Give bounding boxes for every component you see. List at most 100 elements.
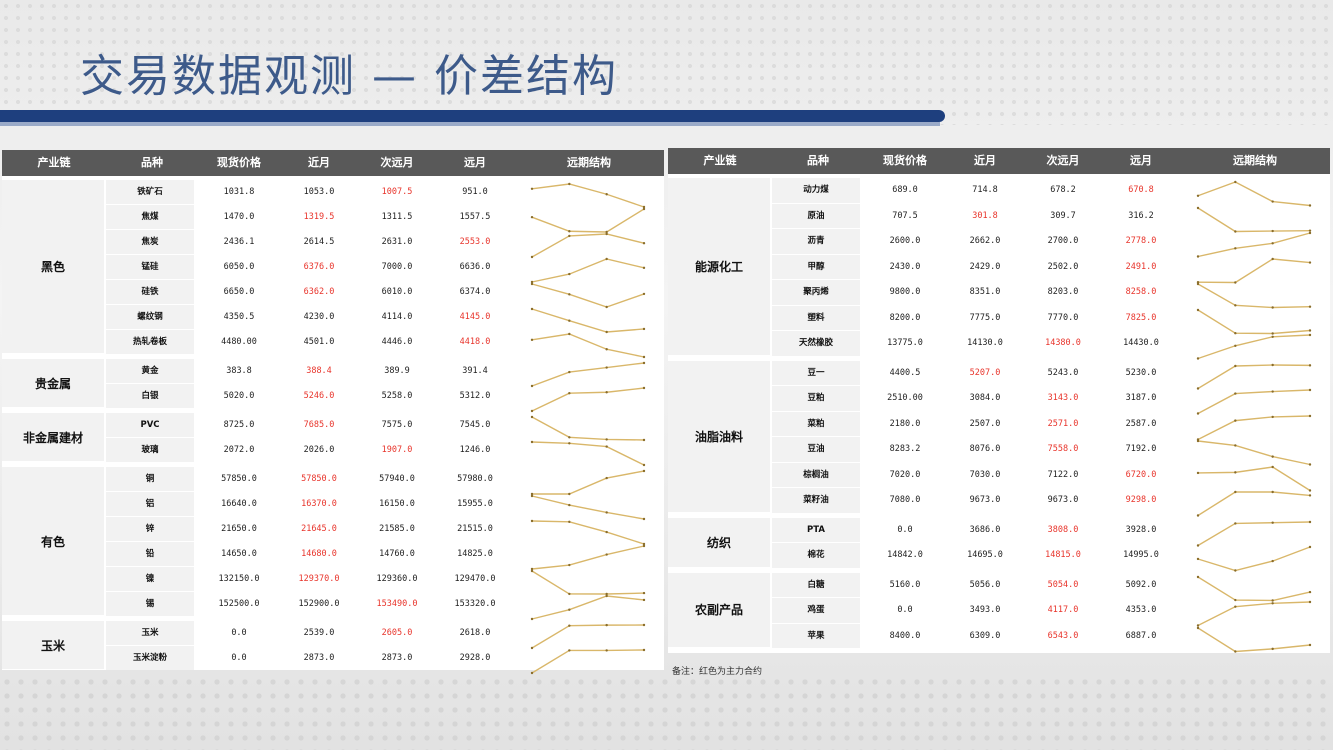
spot-price: 2072.0 — [223, 445, 255, 455]
title-accent-band-light — [0, 122, 940, 126]
near-month: 5207.0 — [969, 367, 1001, 378]
next-month: 129360.0 — [376, 574, 418, 584]
sparkline-point — [1196, 439, 1200, 443]
next-month: 389.9 — [384, 366, 410, 376]
sparkline-point — [1196, 357, 1200, 360]
sparkline-point — [1234, 180, 1237, 184]
next-month: 7558.0 — [1047, 444, 1079, 454]
sparkline-path — [531, 387, 645, 412]
sparkline-point — [1196, 282, 1200, 286]
far-month: 2587.0 — [1125, 418, 1157, 429]
sparkline-point — [1308, 494, 1312, 497]
far-month: 5312.0 — [459, 391, 491, 401]
sparkline-point — [642, 207, 646, 211]
forward-structure-sparkline — [1196, 231, 1312, 258]
product-name: 豆油 — [772, 437, 860, 462]
header-cell-3: 现货价格 — [883, 154, 927, 167]
title-accent-band — [0, 110, 945, 122]
next-month: 16150.0 — [379, 499, 415, 509]
product-name: 铁矿石 — [106, 180, 194, 204]
sparkline-point — [1271, 257, 1274, 260]
sparkline-point — [1234, 247, 1237, 250]
sparkline-point — [568, 293, 571, 296]
sparkline-path — [1197, 440, 1311, 466]
group-label: 有色 — [2, 467, 104, 615]
product-name: 天然橡胶 — [772, 331, 860, 356]
header-cell-4: 近月 — [308, 156, 330, 169]
spot-price: 2510.00 — [887, 393, 923, 403]
sparkline-point — [530, 282, 534, 286]
sparkline-point — [568, 608, 571, 611]
forward-structure-sparkline — [530, 207, 646, 234]
near-month: 3493.0 — [969, 605, 1001, 615]
sparkline-point — [1234, 490, 1237, 494]
sparkline-point — [1308, 643, 1312, 646]
spot-price: 7080.0 — [889, 495, 921, 505]
sparkline-point — [530, 440, 534, 444]
sparkline-point — [1308, 545, 1312, 549]
forward-structure-sparkline — [1196, 388, 1312, 415]
sparkline-point — [1308, 600, 1312, 604]
sparkline-path — [531, 624, 645, 649]
far-month: 14995.0 — [1123, 550, 1159, 560]
sparkline-point — [1234, 605, 1237, 608]
forward-structure-sparkline — [530, 648, 646, 675]
next-month: 1311.5 — [381, 212, 413, 222]
forward-structure-sparkline — [530, 519, 646, 546]
spot-price: 13775.0 — [887, 338, 923, 348]
forward-structure-sparkline — [530, 282, 646, 309]
sparkline-point — [1271, 559, 1274, 563]
sparkline-path — [531, 495, 645, 520]
spot-price: 9800.0 — [889, 287, 921, 297]
sparkline-path — [1197, 363, 1311, 389]
spot-price: 132150.0 — [218, 574, 260, 584]
sparkline-point — [1271, 242, 1274, 245]
near-month: 2026.0 — [303, 445, 335, 455]
product-name: 焦煤 — [106, 205, 194, 229]
sparkline-point — [1234, 569, 1237, 572]
sparkline-path — [1197, 546, 1311, 572]
sparkline-point — [530, 617, 534, 621]
group-label: 玉米 — [2, 621, 104, 669]
product-name: PVC — [106, 413, 194, 437]
spot-price: 14650.0 — [221, 549, 257, 559]
product-name: 动力煤 — [772, 178, 860, 203]
far-month: 4353.0 — [1125, 605, 1157, 615]
spot-price: 1031.8 — [223, 187, 255, 197]
spot-price: 4480.00 — [221, 337, 257, 347]
sparkline-path — [531, 183, 645, 208]
far-month: 5230.0 — [1125, 367, 1157, 378]
product-name: 白糖 — [772, 572, 860, 597]
far-month: 2553.0 — [459, 237, 491, 247]
spot-price: 707.5 — [892, 210, 918, 221]
far-month: 129470.0 — [454, 574, 496, 584]
spot-price: 14842.0 — [887, 550, 923, 560]
sparkline-point — [568, 649, 571, 652]
product-name: 苹果 — [772, 623, 860, 648]
next-month: 2502.0 — [1047, 261, 1079, 272]
next-month: 7575.0 — [381, 420, 413, 430]
near-month: 2429.0 — [969, 261, 1001, 272]
sparkline-path — [1197, 575, 1311, 601]
next-month: 14760.0 — [379, 549, 415, 559]
sparkline-path — [1197, 334, 1311, 360]
next-month: 153490.0 — [376, 599, 418, 609]
near-month: 5056.0 — [969, 579, 1001, 590]
sparkline-point — [605, 232, 608, 236]
product-name: 玉米 — [106, 621, 194, 645]
near-month: 1319.5 — [303, 212, 335, 222]
sparkline-path — [1197, 414, 1311, 440]
sparkline-point — [642, 361, 646, 365]
sparkline-point — [1271, 521, 1274, 524]
header-cell-6: 远月 — [464, 156, 486, 169]
sparkline-point — [530, 409, 534, 413]
near-month: 2507.0 — [969, 418, 1001, 429]
product-name: 豆粕 — [772, 386, 860, 411]
next-month: 4114.0 — [381, 312, 413, 322]
product-name: 锌 — [106, 517, 194, 541]
header-cell-5: 次远月 — [380, 156, 414, 169]
sparkline-path — [1197, 206, 1311, 232]
sparkline-point — [605, 511, 608, 514]
forward-structure-sparkline — [1196, 308, 1312, 335]
forward-structure-sparkline — [530, 182, 646, 209]
